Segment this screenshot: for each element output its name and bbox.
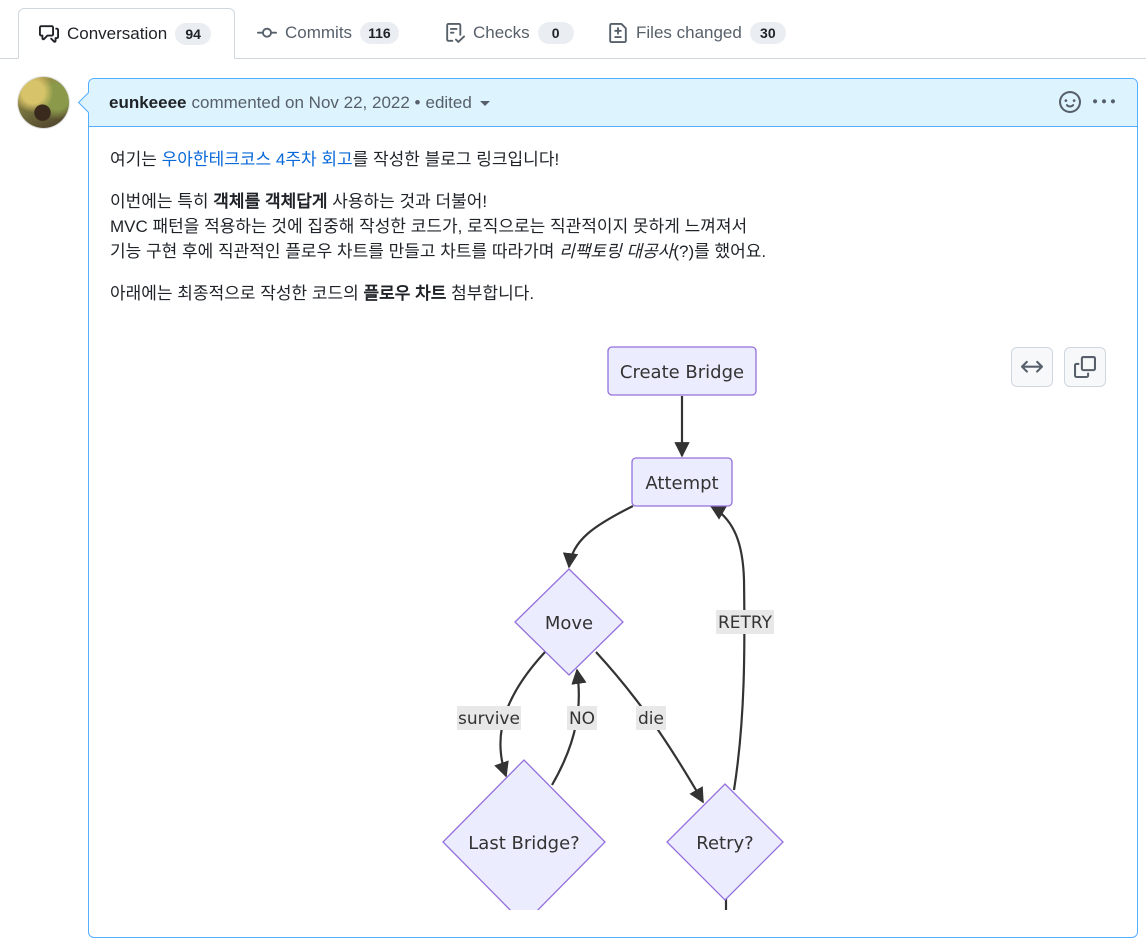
tab-conversation-label: Conversation	[67, 23, 168, 43]
tab-conversation-count: 94	[175, 22, 212, 45]
comment-actions	[1059, 91, 1115, 113]
paragraph-flowchart-intro: 아래에는 최종적으로 작성한 코드의 플로우 차트 첨부합니다.	[110, 281, 1110, 306]
smiley-icon[interactable]	[1059, 91, 1081, 113]
tab-checks-count: 0	[537, 22, 574, 44]
tab-commits-count: 116	[360, 22, 399, 44]
arrow-both-icon	[1021, 360, 1043, 373]
p1-suffix: 를 작성한 블로그 링크입니다!	[352, 150, 560, 169]
comment-timestamp[interactable]: commented on Nov 22, 2022 •	[192, 93, 421, 113]
copy-diagram-button[interactable]	[1064, 347, 1106, 387]
p2-line3-italic: 리팩토링 대공사	[559, 242, 674, 261]
git-commit-icon	[257, 27, 277, 38]
node-create-bridge[interactable]: Create Bridge	[607, 346, 757, 396]
p3-c: 첨부합니다.	[446, 284, 535, 303]
blog-link[interactable]: 우아한테크코스 4주차 회고	[162, 150, 353, 169]
checklist-icon	[446, 23, 465, 43]
p2-line3-a: 기능 구현 후에 직관적인 플로우 차트를 만들고 차트를 따라가며	[110, 242, 560, 261]
tab-files-changed-count: 30	[749, 22, 786, 44]
tab-conversation[interactable]: Conversation 94	[18, 8, 235, 59]
edited-dropdown[interactable]: edited	[425, 92, 490, 113]
p3-a: 아래에는 최종적으로 작성한 코드의	[110, 284, 364, 303]
comment-body: 여기는 우아한테크코스 4주차 회고를 작성한 블로그 링크입니다! 이번에는 …	[110, 147, 1110, 323]
p2-line3-c: (?)를 했어요.	[673, 242, 767, 261]
edge-label-die: die	[636, 706, 666, 730]
p2-line2: MVC 패턴을 적용하는 것에 집중해 작성한 코드가, 로직으로는 직관적이지…	[110, 217, 748, 236]
p2-line1-bold: 객체를 객체답게	[213, 192, 328, 211]
p1-prefix: 여기는	[110, 150, 162, 169]
paragraph-description: 이번에는 특히 객체를 객체답게 사용하는 것과 더불어! MVC 패턴을 적용…	[110, 189, 1110, 264]
tab-files-changed-label: Files changed	[636, 23, 742, 42]
comment-author[interactable]: eunkeeee	[109, 93, 187, 113]
p2-line1-a: 이번에는 특히	[110, 192, 214, 211]
edge-label-no: NO	[567, 706, 597, 730]
expand-diagram-button[interactable]	[1011, 347, 1053, 387]
tab-checks-label: Checks	[473, 23, 530, 42]
copy-icon	[1074, 356, 1096, 378]
tab-commits-label: Commits	[285, 23, 353, 42]
paragraph-blog-link: 여기는 우아한테크코스 4주차 회고를 작성한 블로그 링크입니다!	[110, 147, 1110, 172]
kebab-horizontal-icon[interactable]	[1093, 91, 1115, 113]
comment-header: eunkeeee commented on Nov 22, 2022 • edi…	[89, 79, 1137, 127]
tab-commits[interactable]: Commits 116	[237, 8, 419, 58]
edited-label: edited	[425, 92, 472, 112]
edge-label-retry: RETRY	[716, 610, 774, 634]
edge-label-survive: survive	[457, 706, 521, 730]
p2-line1-c: 사용하는 것과 더불어!	[327, 192, 488, 211]
avatar[interactable]	[18, 77, 69, 128]
tab-files-changed[interactable]: Files changed 30	[588, 8, 806, 58]
chevron-down-icon	[479, 101, 490, 106]
p3-bold: 플로우 차트	[363, 284, 447, 303]
node-attempt[interactable]: Attempt	[631, 457, 733, 507]
pr-tabs: Conversation 94 Commits 116 Checks 0 Fil…	[0, 0, 1146, 59]
tab-checks[interactable]: Checks 0	[425, 8, 594, 58]
comment-box: eunkeeee commented on Nov 22, 2022 • edi…	[88, 78, 1138, 938]
file-diff-icon	[609, 23, 627, 43]
comment-discussion-icon	[39, 24, 59, 43]
